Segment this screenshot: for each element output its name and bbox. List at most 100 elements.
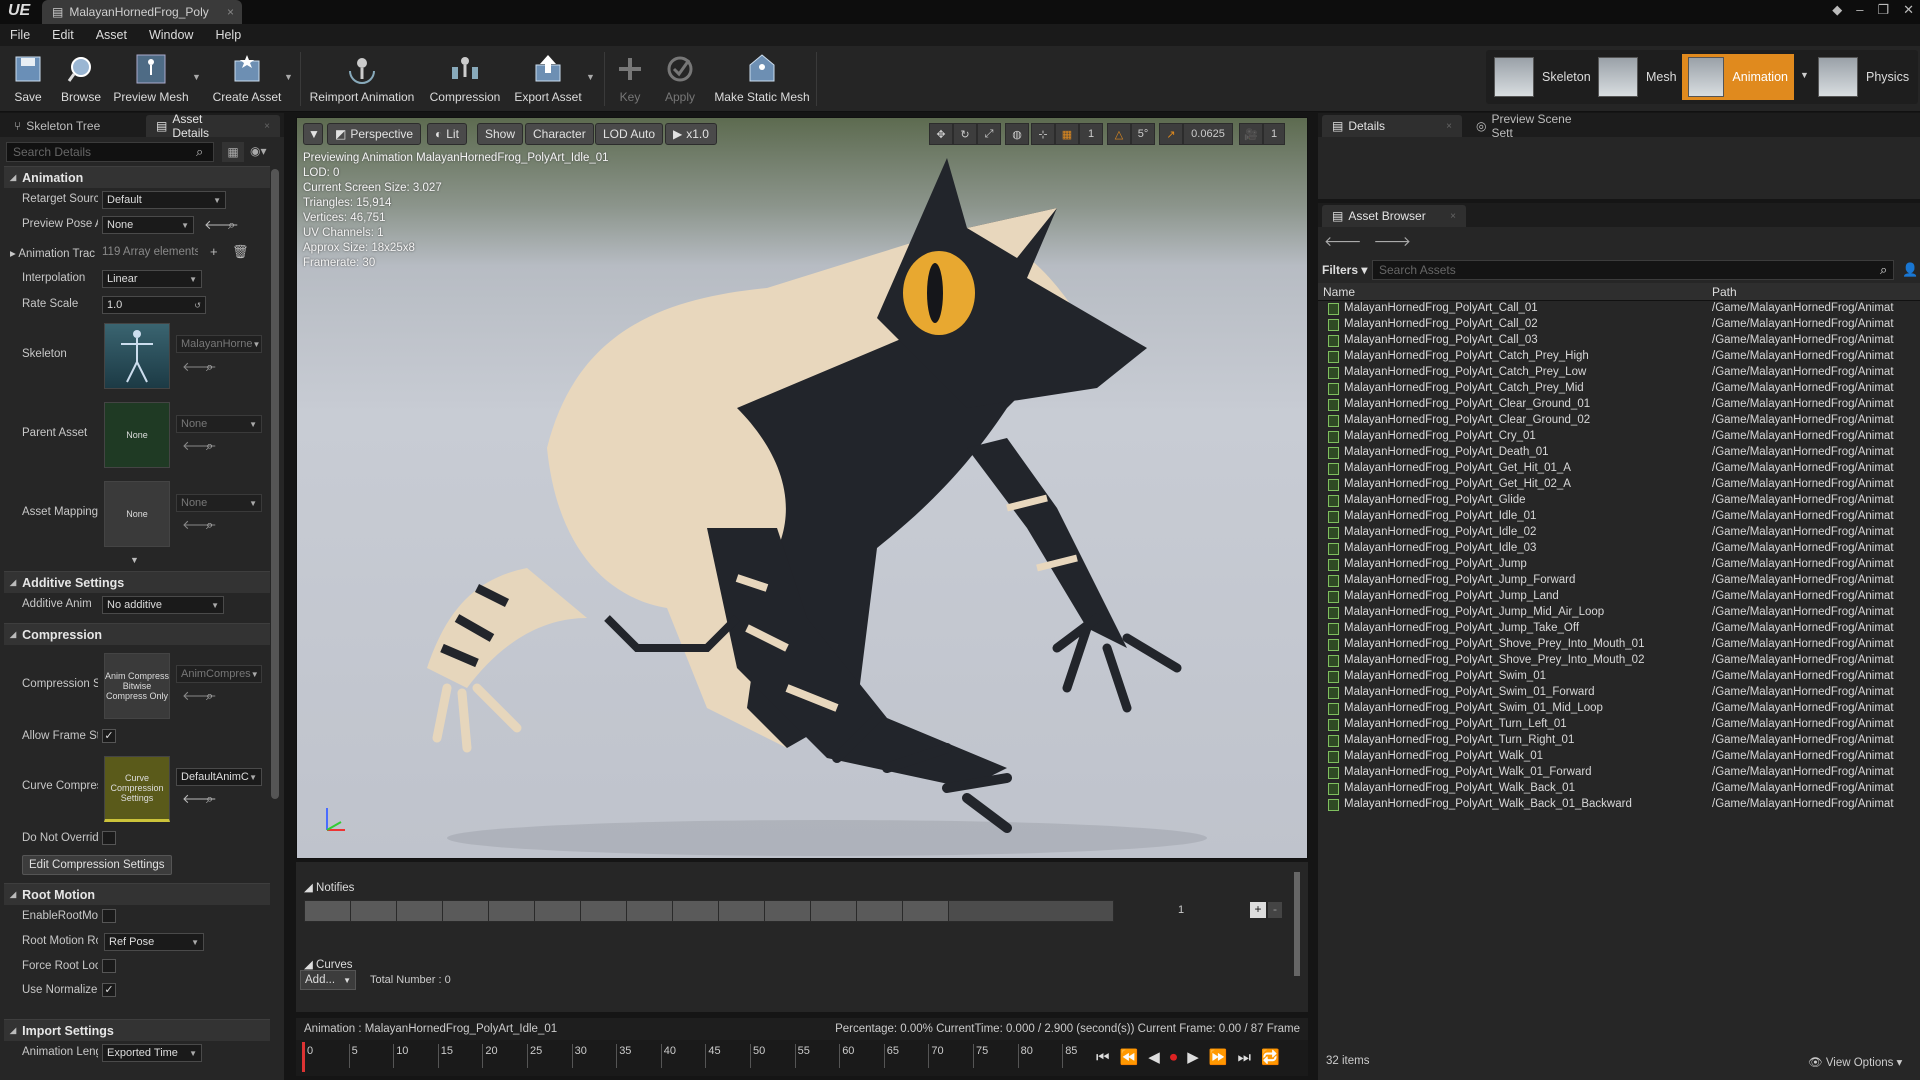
close-tab-icon[interactable]: × <box>264 121 270 132</box>
asset-list-row[interactable]: MalayanHornedFrog_PolyArt_Catch_Prey_Mid… <box>1318 381 1918 397</box>
edit-compression-settings-button[interactable]: Edit Compression Settings <box>22 855 172 875</box>
parent-asset-thumbnail[interactable]: None <box>104 402 170 468</box>
preview-pose-combo[interactable]: None ▼ <box>102 216 194 234</box>
rotation-snap-icon[interactable]: △ <box>1107 123 1131 145</box>
tab-skeleton-tree[interactable]: ⑂ Skeleton Tree <box>4 115 110 137</box>
do-not-override-checkbox[interactable] <box>102 831 116 845</box>
force-root-lock-checkbox[interactable] <box>102 959 116 973</box>
asset-list-row[interactable]: MalayanHornedFrog_PolyArt_Shove_Prey_Int… <box>1318 637 1918 653</box>
asset-list-row[interactable]: MalayanHornedFrog_PolyArt_Walk_01/Game/M… <box>1318 749 1918 765</box>
close-tab-icon[interactable]: × <box>1446 121 1452 132</box>
rate-scale-input[interactable]: 1.0 ↺ <box>102 296 206 314</box>
coordinate-system-icon[interactable]: ◍ <box>1005 123 1029 145</box>
camera-speed-value[interactable]: 1 <box>1263 123 1285 145</box>
asset-list-row[interactable]: MalayanHornedFrog_PolyArt_Swim_01_Forwar… <box>1318 685 1918 701</box>
retarget-source-combo[interactable]: Default ▼ <box>102 191 226 209</box>
tab-asset-browser[interactable]: ▤ Asset Browser × <box>1322 205 1466 227</box>
skip-to-end-icon[interactable]: ⏭ <box>1238 1049 1252 1066</box>
surface-snap-icon[interactable]: ⊹ <box>1031 123 1055 145</box>
record-icon[interactable]: ⏺ <box>1170 1049 1178 1066</box>
browse-search-icon[interactable]: ⌕ <box>228 217 235 233</box>
asset-list-row[interactable]: MalayanHornedFrog_PolyArt_Clear_Ground_0… <box>1318 397 1918 413</box>
forward-arrow-icon[interactable]: 🡒 <box>1374 233 1424 249</box>
asset-list-row[interactable]: MalayanHornedFrog_PolyArt_Turn_Right_01 /… <box>1318 733 1918 749</box>
notifies-header[interactable]: ◢ Notifies <box>304 880 354 894</box>
menu-asset[interactable]: Asset <box>96 28 127 42</box>
browse-search-icon[interactable]: ⌕ <box>206 791 213 807</box>
mode-skeleton[interactable]: Skeleton <box>1488 54 1597 100</box>
use-normalized-checkbox[interactable]: ✓ <box>102 983 116 997</box>
mode-animation[interactable]: Animation <box>1682 54 1794 100</box>
preview-viewport[interactable]: ▼ ◩ Perspective ◐ Lit Show Character LOD A… <box>296 117 1308 859</box>
asset-list-row[interactable]: MalayanHornedFrog_PolyArt_Idle_02/Game/M… <box>1318 525 1918 541</box>
back-arrow-icon[interactable]: 🡐 <box>1324 233 1374 249</box>
category-compression[interactable]: ◢ Compression <box>4 623 270 645</box>
visibility-eye-icon[interactable]: ◉▾ <box>250 144 267 158</box>
scale-snap-value[interactable]: 0.0625 <box>1183 123 1233 145</box>
asset-list-row[interactable]: MalayanHornedFrog_PolyArt_Death_01/Game/… <box>1318 445 1918 461</box>
translate-icon[interactable]: ✥ <box>929 123 953 145</box>
apply-button[interactable]: Apply <box>658 50 702 108</box>
view-options-button[interactable]: 👁 View Options ▾ <box>1808 1055 1902 1069</box>
play-reverse-icon[interactable]: ◀ <box>1148 1048 1160 1066</box>
enable-root-motion-checkbox[interactable] <box>102 909 116 923</box>
close-tab-icon[interactable]: × <box>1450 211 1456 222</box>
column-path-header[interactable]: Path <box>1712 285 1737 299</box>
asset-list-row[interactable]: MalayanHornedFrog_PolyArt_Catch_Prey_Hig… <box>1318 349 1918 365</box>
parent-asset-combo[interactable]: None ▼ <box>176 415 262 433</box>
export-asset-dropdown-icon[interactable]: ▼ <box>586 72 595 82</box>
scale-icon[interactable]: ⤢ <box>977 123 1001 145</box>
asset-list-row[interactable]: MalayanHornedFrog_PolyArt_Swim_01_Mid_Lo… <box>1318 701 1918 717</box>
menu-file[interactable]: File <box>10 28 30 42</box>
create-asset-dropdown-icon[interactable]: ▼ <box>284 72 293 82</box>
asset-list-row[interactable]: MalayanHornedFrog_PolyArt_Call_02/Game/M… <box>1318 317 1918 333</box>
lit-button[interactable]: ◐ Lit <box>427 123 467 145</box>
browse-search-icon[interactable]: ⌕ <box>206 688 213 704</box>
browse-search-icon[interactable]: ⌕ <box>206 517 213 533</box>
step-forward-icon[interactable]: ⏩ <box>1209 1048 1228 1066</box>
make-static-mesh-button[interactable]: Make Static Mesh <box>712 50 812 108</box>
delete-elements-icon[interactable]: 🗑 <box>232 244 249 260</box>
curves-header[interactable]: ◢ Curves <box>304 957 352 971</box>
mode-mesh[interactable]: Mesh <box>1592 54 1683 100</box>
character-button[interactable]: Character <box>525 123 594 145</box>
camera-speed-icon[interactable]: 🎥 <box>1239 123 1263 145</box>
browse-search-icon[interactable]: ⌕ <box>206 438 213 454</box>
category-root-motion[interactable]: ◢ Root Motion <box>4 883 270 905</box>
asset-list-row[interactable]: MalayanHornedFrog_PolyArt_Clear_Ground_0… <box>1318 413 1918 429</box>
asset-list-row[interactable]: MalayanHornedFrog_PolyArt_Jump_Mid_Air_L… <box>1318 605 1918 621</box>
interpolation-combo[interactable]: Linear ▼ <box>102 270 202 288</box>
filters-button[interactable]: Filters ▾ <box>1322 263 1367 277</box>
key-button[interactable]: Key <box>612 50 648 108</box>
skip-to-start-icon[interactable]: ⏮ <box>1096 1049 1110 1066</box>
allow-frame-stripping-checkbox[interactable]: ✓ <box>102 729 116 743</box>
show-button[interactable]: Show <box>477 123 524 145</box>
menu-help[interactable]: Help <box>215 28 241 42</box>
notification-icon[interactable]: ◆ <box>1832 2 1842 18</box>
details-scrollbar[interactable] <box>271 169 279 799</box>
grid-snap-icon[interactable]: ▦ <box>1055 123 1079 145</box>
viewport-options-button[interactable]: ▼ <box>303 123 323 145</box>
column-name-header[interactable]: Name <box>1323 285 1355 299</box>
asset-list-row[interactable]: MalayanHornedFrog_PolyArt_Jump_Take_Off /… <box>1318 621 1918 637</box>
category-import-settings[interactable]: ◢ Import Settings <box>4 1019 270 1041</box>
curve-compression-combo[interactable]: DefaultAnimC ▼ <box>176 768 262 786</box>
create-asset-button[interactable]: Create Asset <box>210 50 284 108</box>
asset-list-row[interactable]: MalayanHornedFrog_PolyArt_Walk_Back_01_B… <box>1318 797 1918 813</box>
root-motion-lock-combo[interactable]: Ref Pose ▼ <box>104 933 204 951</box>
asset-list-row[interactable]: MalayanHornedFrog_PolyArt_Get_Hit_02_A/G… <box>1318 477 1918 493</box>
asset-list-row[interactable]: MalayanHornedFrog_PolyArt_Jump_Forward/G… <box>1318 573 1918 589</box>
rotate-icon[interactable]: ↻ <box>953 123 977 145</box>
asset-list-row[interactable]: MalayanHornedFrog_PolyArt_Get_Hit_01_A/G… <box>1318 461 1918 477</box>
animation-length-combo[interactable]: Exported Time ▼ <box>102 1044 202 1062</box>
asset-list-row[interactable]: MalayanHornedFrog_PolyArt_Jump/Game/Mala… <box>1318 557 1918 573</box>
playhead[interactable] <box>302 1042 305 1072</box>
asset-list-row[interactable]: MalayanHornedFrog_PolyArt_Glide/Game/Mal… <box>1318 493 1918 509</box>
asset-list-row[interactable]: MalayanHornedFrog_PolyArt_Turn_Left_01/G… <box>1318 717 1918 733</box>
tab-preview-scene-settings[interactable]: ◎ Preview Scene Sett <box>1466 112 1606 140</box>
scale-snap-icon[interactable]: ↗ <box>1159 123 1183 145</box>
asset-mapping-combo[interactable]: None ▼ <box>176 494 262 512</box>
asset-list-row[interactable]: MalayanHornedFrog_PolyArt_Call_03/Game/M… <box>1318 333 1918 349</box>
loop-icon[interactable]: 🔁 <box>1261 1048 1280 1066</box>
mode-physics[interactable]: Physics <box>1812 54 1915 100</box>
